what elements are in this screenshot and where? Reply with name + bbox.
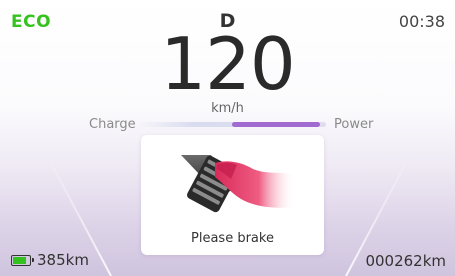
dashboard-screen: ECO D 00:38 120 km/h Charge Power Please… <box>0 0 455 276</box>
battery-level-fill <box>13 256 27 264</box>
battery-icon <box>11 254 34 266</box>
brake-alert-message: Please brake <box>191 231 274 246</box>
battery-range: 385km <box>11 251 89 269</box>
power-label: Power <box>334 117 374 132</box>
power-meter-fill <box>232 122 321 127</box>
brake-alert-card: Please brake <box>141 135 324 255</box>
brake-pedal-icon <box>181 155 295 213</box>
power-meter-bar <box>138 122 326 127</box>
speed-unit: km/h <box>211 101 244 116</box>
charge-label: Charge <box>89 117 136 132</box>
speed-readout: 120 <box>160 22 295 106</box>
range-readout: 385km <box>37 251 89 269</box>
odometer: 000262km <box>365 252 446 270</box>
